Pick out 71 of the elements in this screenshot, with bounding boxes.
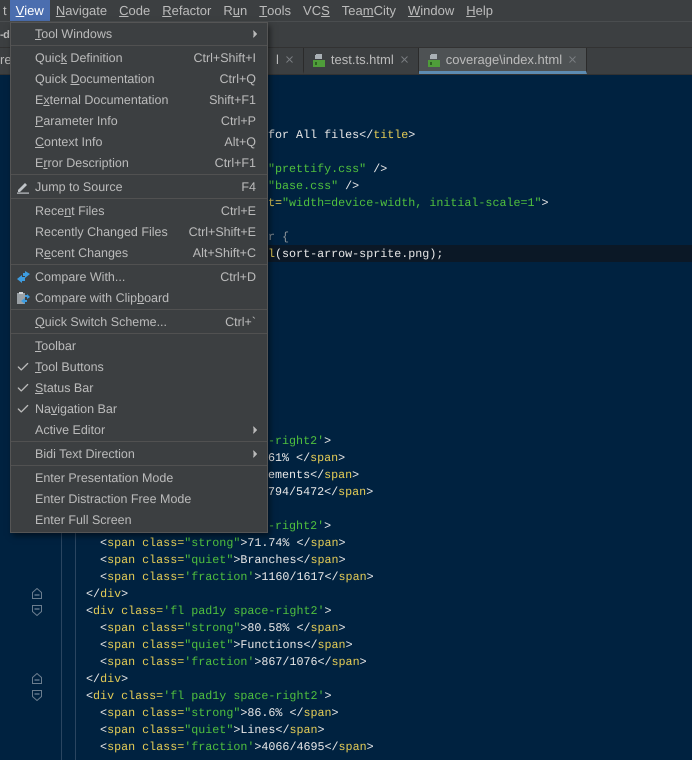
close-icon[interactable] [284, 54, 295, 65]
menu-item[interactable]: Active Editor [11, 419, 267, 440]
menu-item[interactable]: Quick Definition Ctrl+Shift+I [11, 47, 267, 68]
menu-item[interactable]: Parameter Info Ctrl+P [11, 110, 267, 131]
code-line: -right2'> [268, 518, 332, 532]
menu-bar-item[interactable]: Help [460, 0, 499, 21]
menu-item[interactable]: Error Description Ctrl+F1 [11, 152, 267, 173]
close-icon[interactable] [567, 54, 578, 65]
close-icon[interactable] [398, 54, 410, 65]
menu-bar-item[interactable]: Refactor [156, 0, 218, 21]
code-line: <span class="quiet">Branches</span> [99, 552, 346, 566]
compare-arrows-icon [16, 270, 30, 284]
html-file-icon [312, 52, 326, 66]
clipboard-compare-icon [16, 290, 30, 304]
code-line: l(sort-arrow-sprite.png); [268, 246, 444, 260]
code-line: ements</span> [268, 468, 360, 482]
menu-item[interactable]: Tool Buttons [11, 356, 267, 377]
fold-end-icon [32, 588, 42, 599]
code-line: <span class="quiet">Lines</span> [99, 722, 325, 736]
fold-end-icon [32, 673, 42, 684]
breadcrumb[interactable]: -d [0, 28, 10, 40]
fold-start-icon [32, 605, 42, 616]
menu-item[interactable]: Toolbar [11, 335, 267, 356]
code-line: <div class='fl pad1y space-right2'> [85, 604, 332, 618]
code-line: </div> [85, 586, 128, 600]
menu-item[interactable]: Quick Documentation Ctrl+Q [11, 68, 267, 89]
menu-bar-item[interactable]: Code [113, 0, 156, 21]
menu-item[interactable]: Compare with Clipboard [11, 287, 267, 308]
code-line: r { [268, 230, 290, 244]
code-line: -right2'> [268, 434, 332, 448]
menu-item[interactable]: Bidi Text Direction [11, 443, 267, 464]
code-line: "base.css" /> [268, 178, 360, 192]
code-line: <span class='fraction'>1160/1617</span> [99, 570, 374, 584]
menu-item[interactable]: External Documentation Shift+F1 [11, 89, 267, 110]
menu-bar-item[interactable]: t [0, 0, 10, 21]
code-line: <div class='fl pad1y space-right2'> [85, 688, 332, 702]
code-line: </div> [85, 672, 128, 686]
menu-item[interactable]: Enter Full Screen [11, 509, 267, 530]
code-line: "prettify.css" /> [268, 162, 388, 176]
menu-item[interactable]: Jump to Source F4 [11, 176, 267, 197]
code-line: 61% </span> [268, 450, 346, 464]
menu-bar-item[interactable]: Window [402, 0, 460, 21]
html-file-icon [426, 52, 441, 66]
code-line: <span class="strong">86.6% </span> [99, 706, 339, 720]
menu-bar-item[interactable]: Tools [253, 0, 298, 21]
menu-bar-item[interactable]: TeamCity [336, 0, 402, 21]
menu-item[interactable]: Tool Windows [11, 23, 267, 44]
code-line: <span class="strong">80.58% </span> [99, 620, 346, 634]
menu-item[interactable]: Status Bar [11, 377, 267, 398]
code-line: <span class="strong">71.74% </span> [99, 536, 346, 550]
code-line: <span class='fraction'>4066/4695</span> [99, 740, 374, 754]
menu-item[interactable]: Compare With... Ctrl+D [11, 266, 267, 287]
menu-item[interactable]: Recent Changes Alt+Shift+C [11, 242, 267, 263]
fold-start-icon [32, 690, 42, 701]
menu-bar-item[interactable]: Navigate [50, 0, 114, 21]
editor-tab[interactable]: coverage\index.html [418, 48, 588, 74]
menu-bar-item[interactable]: VCS [297, 0, 336, 21]
code-line: for All files</title> [268, 128, 416, 142]
menu-item[interactable]: Navigation Bar [11, 398, 267, 419]
menu-item[interactable]: Enter Presentation Mode [11, 467, 267, 488]
menu-item[interactable]: Enter Distraction Free Mode [11, 488, 267, 509]
menu-item[interactable]: Recent Files Ctrl+E [11, 200, 267, 221]
code-line: t="width=device-width, initial-scale=1"> [268, 196, 549, 210]
menu-item[interactable]: Recently Changed Files Ctrl+Shift+E [11, 221, 267, 242]
code-line: 794/5472</span> [268, 484, 374, 498]
menu-item[interactable]: Context Info Alt+Q [11, 131, 267, 152]
menu-bar-item[interactable]: View [10, 0, 50, 21]
code-line: <span class="quiet">Functions</span> [99, 638, 353, 652]
menu-bar-item[interactable]: Run [217, 0, 254, 21]
menu-item[interactable]: Quick Switch Scheme... Ctrl+` [11, 311, 267, 332]
code-line: <span class='fraction'>867/1076</span> [99, 654, 367, 668]
